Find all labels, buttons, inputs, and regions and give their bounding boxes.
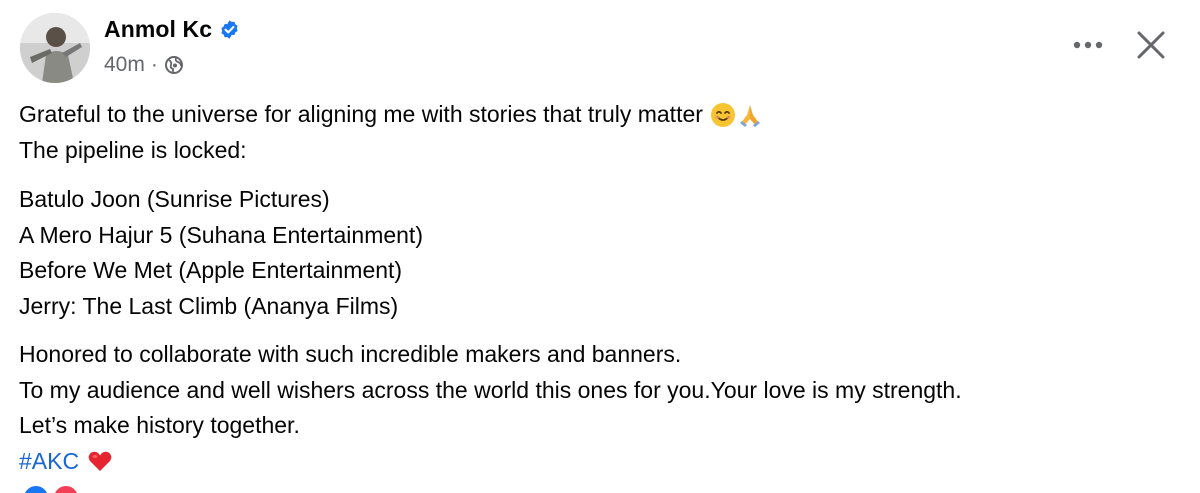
avatar-image [20,13,90,83]
hashtag-link[interactable]: #AKC [19,444,79,480]
film-list-item: Before We Met (Apple Entertainment) [19,253,423,289]
post-paragraph-3: Honored to collaborate with such incredi… [19,337,962,479]
post-text-line-1: Grateful to the universe for aligning me… [19,101,703,127]
film-list-item: A Mero Hajur 5 (Suhana Entertainment) [19,218,423,254]
verified-badge-icon [219,19,240,40]
close-icon [1137,31,1165,59]
red-heart-emoji-icon [87,448,113,474]
closing-line-3: Let’s make history together. [19,412,300,438]
love-reaction-icon [52,484,80,493]
post-text-line: Honored to collaborate with such incredi… [19,337,962,373]
folded-hands-emoji-icon [737,102,763,128]
post-text-line-2: The pipeline is locked: [19,136,247,163]
author-avatar[interactable] [20,13,90,83]
author-row: Anmol Kc [104,14,240,44]
film-3: Before We Met (Apple Entertainment) [19,257,403,283]
globe-icon[interactable] [164,55,184,75]
post-paragraph-1: Grateful to the universe for aligning me… [19,97,763,168]
close-button[interactable] [1128,22,1174,68]
film-list: Batulo Joon (Sunrise Pictures) A Mero Ha… [19,182,423,324]
smiling-face-emoji-icon [710,102,736,128]
film-list-item: Batulo Joon (Sunrise Pictures) [19,182,423,218]
post-meta: 40m · [104,51,184,79]
film-4: Jerry: The Last Climb (Ananya Films) [19,292,399,319]
film-2: A Mero Hajur 5 (Suhana Entertainment) [19,221,423,248]
author-name[interactable]: Anmol Kc [104,16,212,43]
post-timestamp[interactable]: 40m [104,53,145,77]
closing-line-1: Honored to collaborate with such incredi… [19,341,682,367]
more-horizontal-icon [1073,41,1103,49]
post-text-line: To my audience and well wishers across t… [19,373,962,409]
closing-line-2: To my audience and well wishers across t… [19,376,962,403]
post-text-line: The pipeline is locked: [19,133,763,169]
film-list-item: Jerry: The Last Climb (Ananya Films) [19,289,423,325]
meta-separator: · [150,53,158,76]
post-text-line: Grateful to the universe for aligning me… [19,97,763,133]
film-1: Batulo Joon (Sunrise Pictures) [19,186,330,212]
post-card: Anmol Kc 40m · Grateful to the universe … [0,0,1200,493]
hashtag-line: #AKC [19,444,962,480]
like-reaction-icon [22,484,50,493]
more-options-button[interactable] [1066,27,1110,63]
post-text-line: Let’s make history together. [19,408,962,444]
